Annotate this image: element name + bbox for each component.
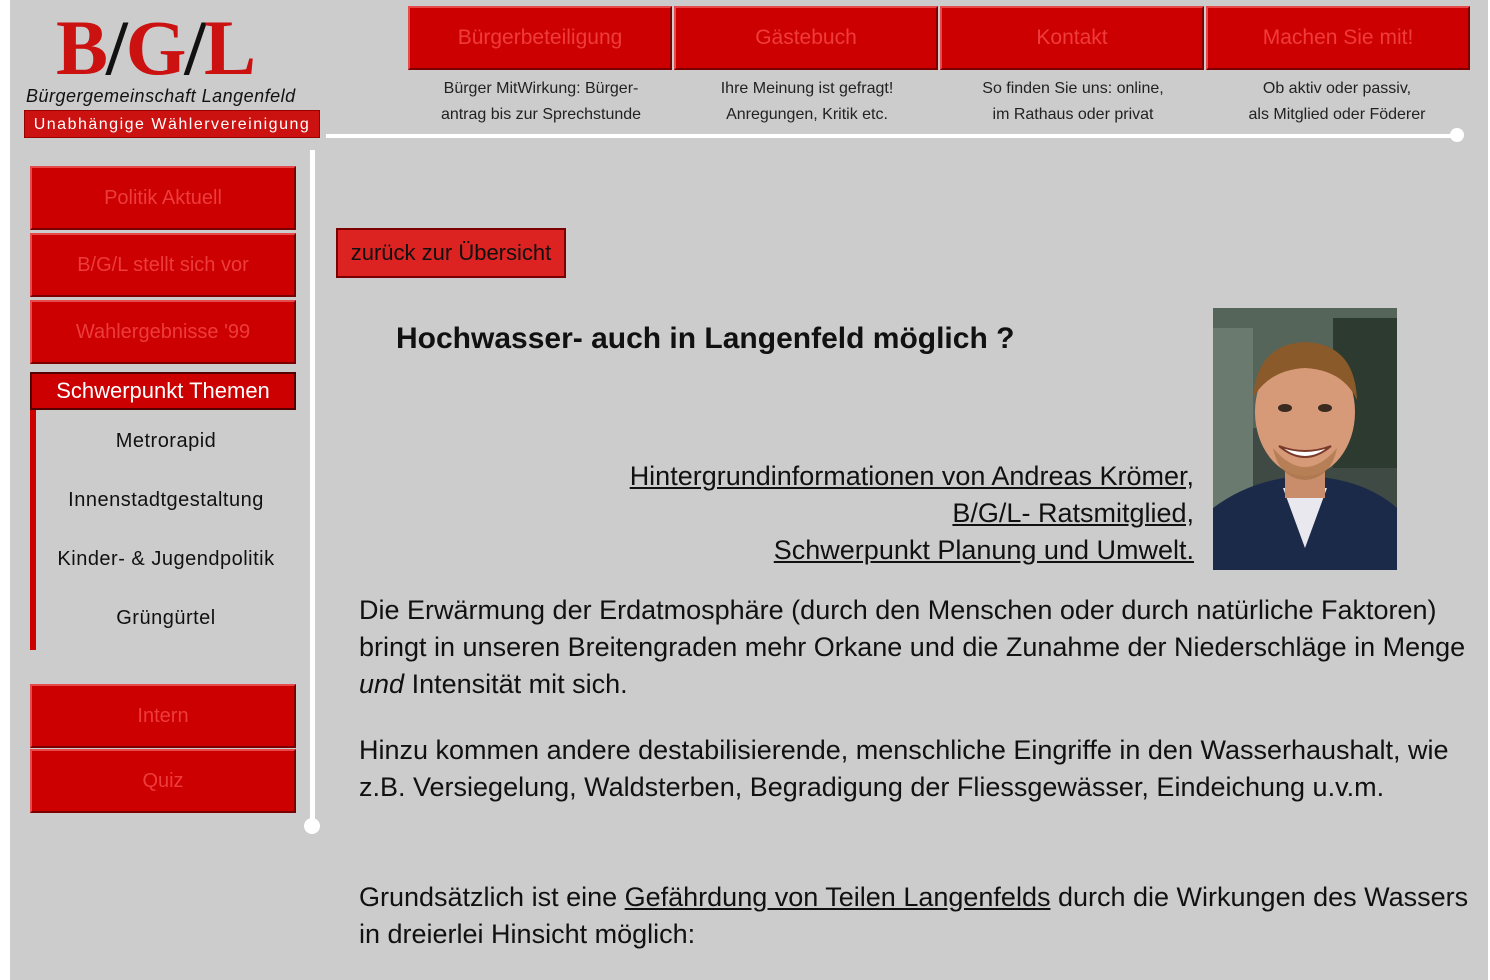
author-focus-link[interactable]: Schwerpunkt Planung und Umwelt.	[774, 535, 1194, 565]
page: B/G/L Bürgergemeinschaft Langenfeld Unab…	[10, 0, 1488, 980]
paragraph-3: Grundsätzlich ist eine Gefährdung von Te…	[359, 882, 1469, 949]
paragraph-1: Die Erwärmung der Erdatmosphäre (durch d…	[359, 595, 1466, 699]
nav-gaestebuch[interactable]: Gästebuch	[674, 6, 938, 70]
paragraph-2: Hinzu kommen andere destabilisierende, m…	[359, 735, 1449, 802]
top-navigation: Bürgerbeteiligung Gästebuch Kontakt Mach…	[408, 6, 1472, 74]
nav-buergerbeteiligung[interactable]: Bürgerbeteiligung	[408, 6, 672, 70]
sidebar-subitem-gruenguertel[interactable]: Grüngürtel	[40, 607, 292, 630]
author-links: Hintergrundinformationen von Andreas Krö…	[550, 458, 1194, 569]
sidebar-item-schwerpunkt-themen[interactable]: Schwerpunkt Themen	[30, 372, 296, 410]
nav-description: Ihre Meinung ist gefragt! Anregungen, Kri…	[720, 80, 894, 123]
logo-mark: B/G/L	[56, 4, 256, 91]
nav-description: Bürger MitWirkung: Bürger-antrag bis zur…	[440, 80, 642, 123]
back-to-overview-button[interactable]: zurück zur Übersicht	[336, 228, 566, 278]
site-logo[interactable]: B/G/L Bürgergemeinschaft Langenfeld Unab…	[20, 8, 320, 138]
header-divider-dot	[1450, 128, 1464, 142]
sidebar-item-intern[interactable]: Intern	[30, 684, 296, 748]
sidebar-subitem-metrorapid[interactable]: Metrorapid	[40, 430, 292, 453]
active-section-marker	[30, 404, 36, 650]
sidebar-subitem-kinder-jugendpolitik[interactable]: Kinder- & Jugendpolitik	[40, 548, 292, 571]
nav-description: Ob aktiv oder passiv, als Mitglied oder F…	[1248, 80, 1426, 123]
sidebar-item-politik-aktuell[interactable]: Politik Aktuell	[30, 166, 296, 230]
sidebar-item-wahlergebnisse[interactable]: Wahlergebnisse '99	[30, 300, 296, 364]
author-info-link[interactable]: Hintergrundinformationen von Andreas Krö…	[630, 461, 1194, 491]
sidebar-subitem-innenstadtgestaltung[interactable]: Innenstadtgestaltung	[40, 489, 292, 512]
nav-machen-sie-mit[interactable]: Machen Sie mit!	[1206, 6, 1470, 70]
page-title: Hochwasser- auch in Langenfeld möglich ?	[396, 322, 1015, 355]
gefaehrdung-link[interactable]: Gefährdung von Teilen Langenfelds	[625, 882, 1051, 912]
author-photo	[1213, 308, 1397, 570]
header-divider	[326, 134, 1460, 138]
logo-badge: Unabhängige Wählervereinigung	[24, 110, 320, 138]
author-role-link[interactable]: B/G/L- Ratsmitglied,	[952, 498, 1194, 528]
logo-subtitle: Bürgergemeinschaft Langenfeld	[26, 86, 296, 106]
nav-kontakt[interactable]: Kontakt	[940, 6, 1204, 70]
sidebar-item-bgl-stellt-sich-vor[interactable]: B/G/L stellt sich vor	[30, 233, 296, 297]
sidebar-item-quiz[interactable]: Quiz	[30, 749, 296, 813]
sidebar-divider	[310, 150, 315, 826]
sidebar-divider-dot	[304, 818, 320, 834]
nav-description: So finden Sie uns: online, im Rathaus ode…	[982, 80, 1164, 123]
